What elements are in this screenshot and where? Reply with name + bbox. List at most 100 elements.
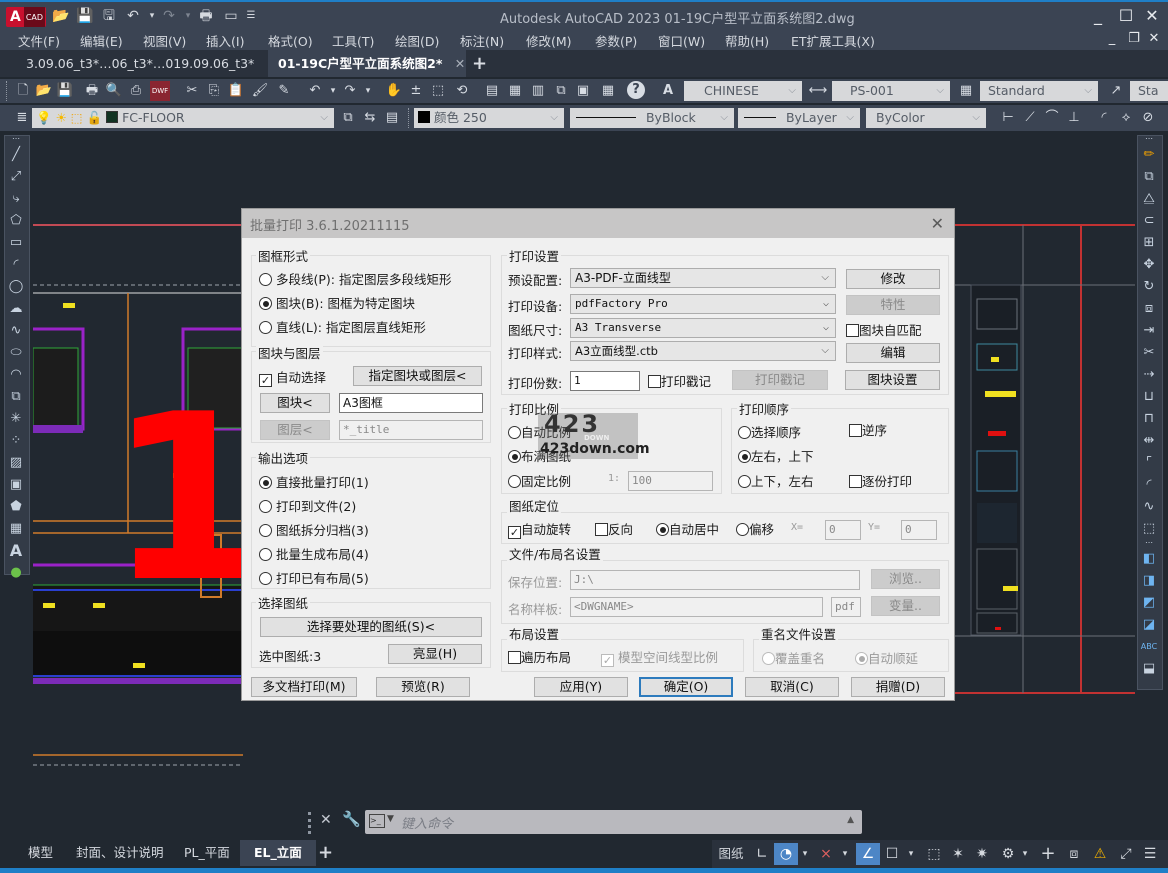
menu-format[interactable]: 格式(O) xyxy=(268,31,313,50)
blend-curves-icon[interactable]: ∿ xyxy=(1138,496,1160,518)
auto-select-checkbox[interactable]: ✓ 自动选择 xyxy=(259,367,326,387)
scale-icon[interactable]: ⧈ xyxy=(1138,298,1160,320)
pan-icon[interactable]: ✋ xyxy=(384,81,404,101)
publish-icon[interactable]: ▭ xyxy=(222,8,240,24)
customize-wrench-icon[interactable]: 🔧 xyxy=(342,810,361,828)
offset-x-input[interactable]: 0 xyxy=(825,520,861,540)
paste-icon[interactable]: 📋 xyxy=(226,81,246,101)
markup-icon[interactable]: ▣ xyxy=(573,81,593,101)
object-snap-tracking-icon[interactable]: ⨯ xyxy=(814,843,838,865)
output-direct-print-radio[interactable]: 直接批量打印(1) xyxy=(259,472,369,491)
polar-tracking-icon[interactable]: ◔ xyxy=(774,843,798,865)
stamp-settings-button[interactable]: 打印戳记 xyxy=(732,370,828,390)
auto-center-radio[interactable]: 自动居中 xyxy=(656,519,719,538)
plot-icon[interactable]: 🖶 xyxy=(197,8,215,24)
select-sheets-button[interactable]: 选择要处理的图纸(S)< xyxy=(260,617,482,637)
reverse-order-checkbox[interactable]: 逆序 xyxy=(849,420,887,439)
menu-parametric[interactable]: 参数(P) xyxy=(595,31,637,50)
workspace-dropdown-icon[interactable]: ▾ xyxy=(1018,843,1032,865)
layout-tab-model[interactable]: 模型 xyxy=(22,840,59,866)
cut-icon[interactable]: ✂ xyxy=(182,81,202,101)
save-icon[interactable]: 💾 xyxy=(76,8,94,24)
doc-tab[interactable]: 3.09.06_t3*…06_t3*…019.09.06_t3* xyxy=(16,50,266,77)
annotation-visibility-icon[interactable]: ✶ xyxy=(946,843,970,865)
browse-button[interactable]: 浏览.. xyxy=(871,569,940,589)
layer-name-input[interactable]: *_title xyxy=(339,420,483,440)
hatch-to-back-icon[interactable]: ⬓ xyxy=(1138,658,1160,680)
color-select[interactable]: 颜色 250 ⌵ xyxy=(414,108,564,128)
edit-style-button[interactable]: 编辑 xyxy=(846,343,940,363)
add-layout-button[interactable]: + xyxy=(312,840,339,866)
menu-express-tools[interactable]: ET扩展工具(X) xyxy=(791,31,875,50)
move-icon[interactable]: ✥ xyxy=(1138,254,1160,276)
paper-space-toggle[interactable]: 图纸 xyxy=(716,843,746,865)
revision-cloud-icon[interactable]: ☁ xyxy=(5,298,27,320)
object-snap-icon[interactable]: ☐ xyxy=(880,843,904,865)
undo-icon[interactable]: ↶ xyxy=(305,81,325,101)
save-as-icon[interactable]: 🖫 xyxy=(100,8,118,24)
name-template-input[interactable]: <DWGNAME> xyxy=(570,597,823,617)
chevron-down-icon[interactable]: ▼ xyxy=(387,814,394,824)
frame-line-radio[interactable]: 直线(L): 指定图层直线矩形 xyxy=(259,317,426,336)
plot-icon[interactable]: 🖶 xyxy=(82,81,102,101)
layout-tab-cover[interactable]: 封面、设计说明 xyxy=(70,840,170,866)
scale-ratio-input[interactable]: 100 xyxy=(628,471,713,491)
ortho-icon[interactable]: ∟ xyxy=(750,843,774,865)
redo-dropdown-icon[interactable]: ▾ xyxy=(358,81,378,101)
help-icon[interactable]: ? xyxy=(627,81,645,99)
scale-fixed-radio[interactable]: 固定比例 xyxy=(508,471,571,490)
new-tab-button[interactable]: + xyxy=(462,50,497,77)
block-editor-icon[interactable]: ✎ xyxy=(274,81,294,101)
join-icon[interactable]: ⇹ xyxy=(1138,430,1160,452)
new-icon[interactable]: 🗋 xyxy=(13,81,33,101)
device-select[interactable]: pdfFactory Pro ⌵ xyxy=(570,294,836,314)
warning-icon[interactable]: ⚠ xyxy=(1088,843,1112,865)
variables-button[interactable]: 变量.. xyxy=(871,596,940,616)
stamp-checkbox[interactable]: 打印戳记 xyxy=(648,371,711,390)
copy-icon[interactable]: ⎘ xyxy=(204,81,224,101)
calculator-icon[interactable]: ▦ xyxy=(598,81,618,101)
multiline-text-icon[interactable]: A xyxy=(5,540,27,562)
customize-qat-icon[interactable]: ☰ xyxy=(242,8,260,24)
dim-diameter-icon[interactable]: ⊘ xyxy=(1138,108,1158,128)
file-extension-input[interactable]: pdf xyxy=(831,597,861,617)
properties-button[interactable]: 特性 xyxy=(846,295,940,315)
dim-jogged-icon[interactable]: ⟡ xyxy=(1116,108,1136,128)
sheet-set-icon[interactable]: ⧉ xyxy=(551,81,571,101)
auto-scale-icon[interactable]: ✷ xyxy=(970,843,994,865)
rectangle-icon[interactable]: ▭ xyxy=(5,232,27,254)
app-menu-button[interactable]: A CAD xyxy=(6,7,46,27)
menu-window[interactable]: 窗口(W) xyxy=(658,31,705,50)
layer-states-icon[interactable]: ▤ xyxy=(382,108,402,128)
maximize-button[interactable]: ☐ xyxy=(1114,6,1138,26)
dim-linear-icon[interactable]: ⊢ xyxy=(998,108,1018,128)
zoom-previous-icon[interactable]: ⟲ xyxy=(452,81,472,101)
preset-select[interactable]: A3-PDF-立面线型 ⌵ xyxy=(570,268,836,288)
zoom-realtime-icon[interactable]: ± xyxy=(406,81,426,101)
insert-block-icon[interactable]: ⧉ xyxy=(5,386,27,408)
copies-input[interactable]: 1 xyxy=(570,371,640,391)
doc-close-button[interactable]: ✕ xyxy=(1142,29,1166,49)
toolbar-grip[interactable] xyxy=(408,108,410,128)
output-existing-layouts-radio[interactable]: 打印已有布局(5) xyxy=(259,568,369,587)
zoom-window-icon[interactable]: ⬚ xyxy=(428,81,448,101)
offset-y-input[interactable]: 0 xyxy=(901,520,937,540)
polar-dropdown-icon[interactable]: ▾ xyxy=(798,843,812,865)
cancel-button[interactable]: 取消(C) xyxy=(745,677,839,697)
mirror-icon[interactable]: ⧋ xyxy=(1138,188,1160,210)
command-history-icon[interactable]: >_ xyxy=(369,814,385,828)
auto-rotate-checkbox[interactable]: ✓ 自动旋转 xyxy=(508,519,571,539)
toolbar-grip[interactable]: ⋯ xyxy=(1138,539,1160,548)
linetype-select[interactable]: ByBlock ⌵ xyxy=(570,108,734,128)
menu-file[interactable]: 文件(F) xyxy=(18,31,60,50)
reverse-direction-checkbox[interactable]: 反向 xyxy=(595,519,633,538)
gradient-icon[interactable]: ▣ xyxy=(5,474,27,496)
layer-previous-icon[interactable]: ⇆ xyxy=(360,108,380,128)
redo-dropdown-icon[interactable]: ▾ xyxy=(179,8,197,24)
dim-style-select[interactable]: PS-001 ⌵ xyxy=(832,81,950,101)
open-icon[interactable]: 📂 xyxy=(52,8,70,24)
make-current-layer-icon[interactable]: ⧉ xyxy=(338,108,358,128)
dwf-icon[interactable]: DWF xyxy=(150,81,170,101)
ellipse-arc-icon[interactable]: ◠ xyxy=(5,364,27,386)
chamfer-icon[interactable]: ⌜ xyxy=(1138,452,1160,474)
